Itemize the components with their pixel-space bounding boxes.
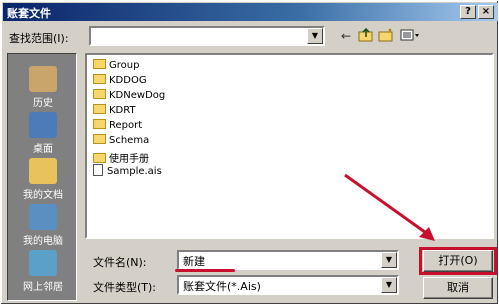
place-label: 网上邻居 [23, 282, 63, 293]
back-icon[interactable]: ← [337, 28, 355, 44]
filetype-value: 账套文件(*.Ais) [183, 280, 261, 293]
new-folder-icon[interactable] [377, 28, 395, 44]
place-history[interactable]: 历史 [8, 66, 78, 109]
folder-icon [93, 74, 106, 84]
filename-input[interactable]: 新建 ▼ [177, 250, 399, 270]
place-my-documents[interactable]: 我的文档 [8, 158, 78, 201]
folder-icon [93, 119, 106, 129]
place-label: 历史 [33, 98, 53, 109]
network-icon [29, 250, 57, 276]
list-item[interactable]: 使用手册 [93, 150, 149, 165]
close-button[interactable]: × [478, 5, 494, 19]
chevron-down-icon[interactable]: ▼ [381, 277, 397, 293]
folder-icon [93, 59, 106, 69]
list-item[interactable]: Report [93, 119, 142, 134]
place-network[interactable]: 网上邻居 [8, 250, 78, 293]
document-icon [93, 164, 103, 176]
folder-icon [93, 89, 106, 99]
chevron-down-icon[interactable]: ▼ [381, 252, 397, 268]
places-bar: 历史 桌面 我的文档 我的电脑 网上邻居 [7, 53, 77, 301]
desktop-icon [29, 112, 57, 138]
help-button[interactable]: ? [460, 5, 476, 19]
my-computer-icon [29, 204, 57, 230]
annotation-arrow [344, 173, 435, 241]
my-documents-icon [29, 158, 57, 184]
list-item[interactable]: Schema [93, 134, 149, 149]
filename-label: 文件名(N): [93, 256, 147, 269]
list-item[interactable]: Sample.ais [93, 164, 162, 179]
place-desktop[interactable]: 桌面 [8, 112, 78, 155]
open-button[interactable]: 打开(O) [423, 250, 493, 272]
filename-value: 新建 [183, 255, 205, 268]
open-file-dialog: 账套文件 ? × 查找范围(I): ▼ ← 历史 桌面 我的文档 我的电脑 网上… [0, 0, 499, 305]
look-in-dropdown[interactable]: ▼ [89, 26, 325, 46]
list-item[interactable]: KDRT [93, 104, 136, 119]
filetype-label: 文件类型(T): [93, 281, 157, 294]
folder-icon [93, 104, 106, 114]
title-bar: 账套文件 ? × [3, 3, 498, 21]
filetype-dropdown[interactable]: 账套文件(*.Ais) ▼ [177, 275, 399, 295]
cancel-button[interactable]: 取消 [423, 277, 493, 299]
list-item[interactable]: Group [93, 59, 139, 74]
dialog-title: 账套文件 [7, 7, 51, 20]
look-in-label: 查找范围(I): [9, 32, 69, 45]
list-item[interactable]: KDDOG [93, 74, 147, 89]
folder-icon [93, 153, 106, 163]
list-item[interactable]: KDNewDog [93, 89, 165, 104]
place-my-computer[interactable]: 我的电脑 [8, 204, 78, 247]
history-icon [29, 66, 57, 92]
up-folder-icon[interactable] [357, 27, 375, 44]
folder-icon [93, 134, 106, 144]
place-label: 桌面 [33, 144, 53, 155]
view-menu-icon[interactable] [399, 28, 421, 44]
annotation-underline [175, 269, 235, 272]
chevron-down-icon[interactable]: ▼ [307, 28, 323, 44]
place-label: 我的文档 [23, 190, 63, 201]
place-label: 我的电脑 [23, 236, 63, 247]
